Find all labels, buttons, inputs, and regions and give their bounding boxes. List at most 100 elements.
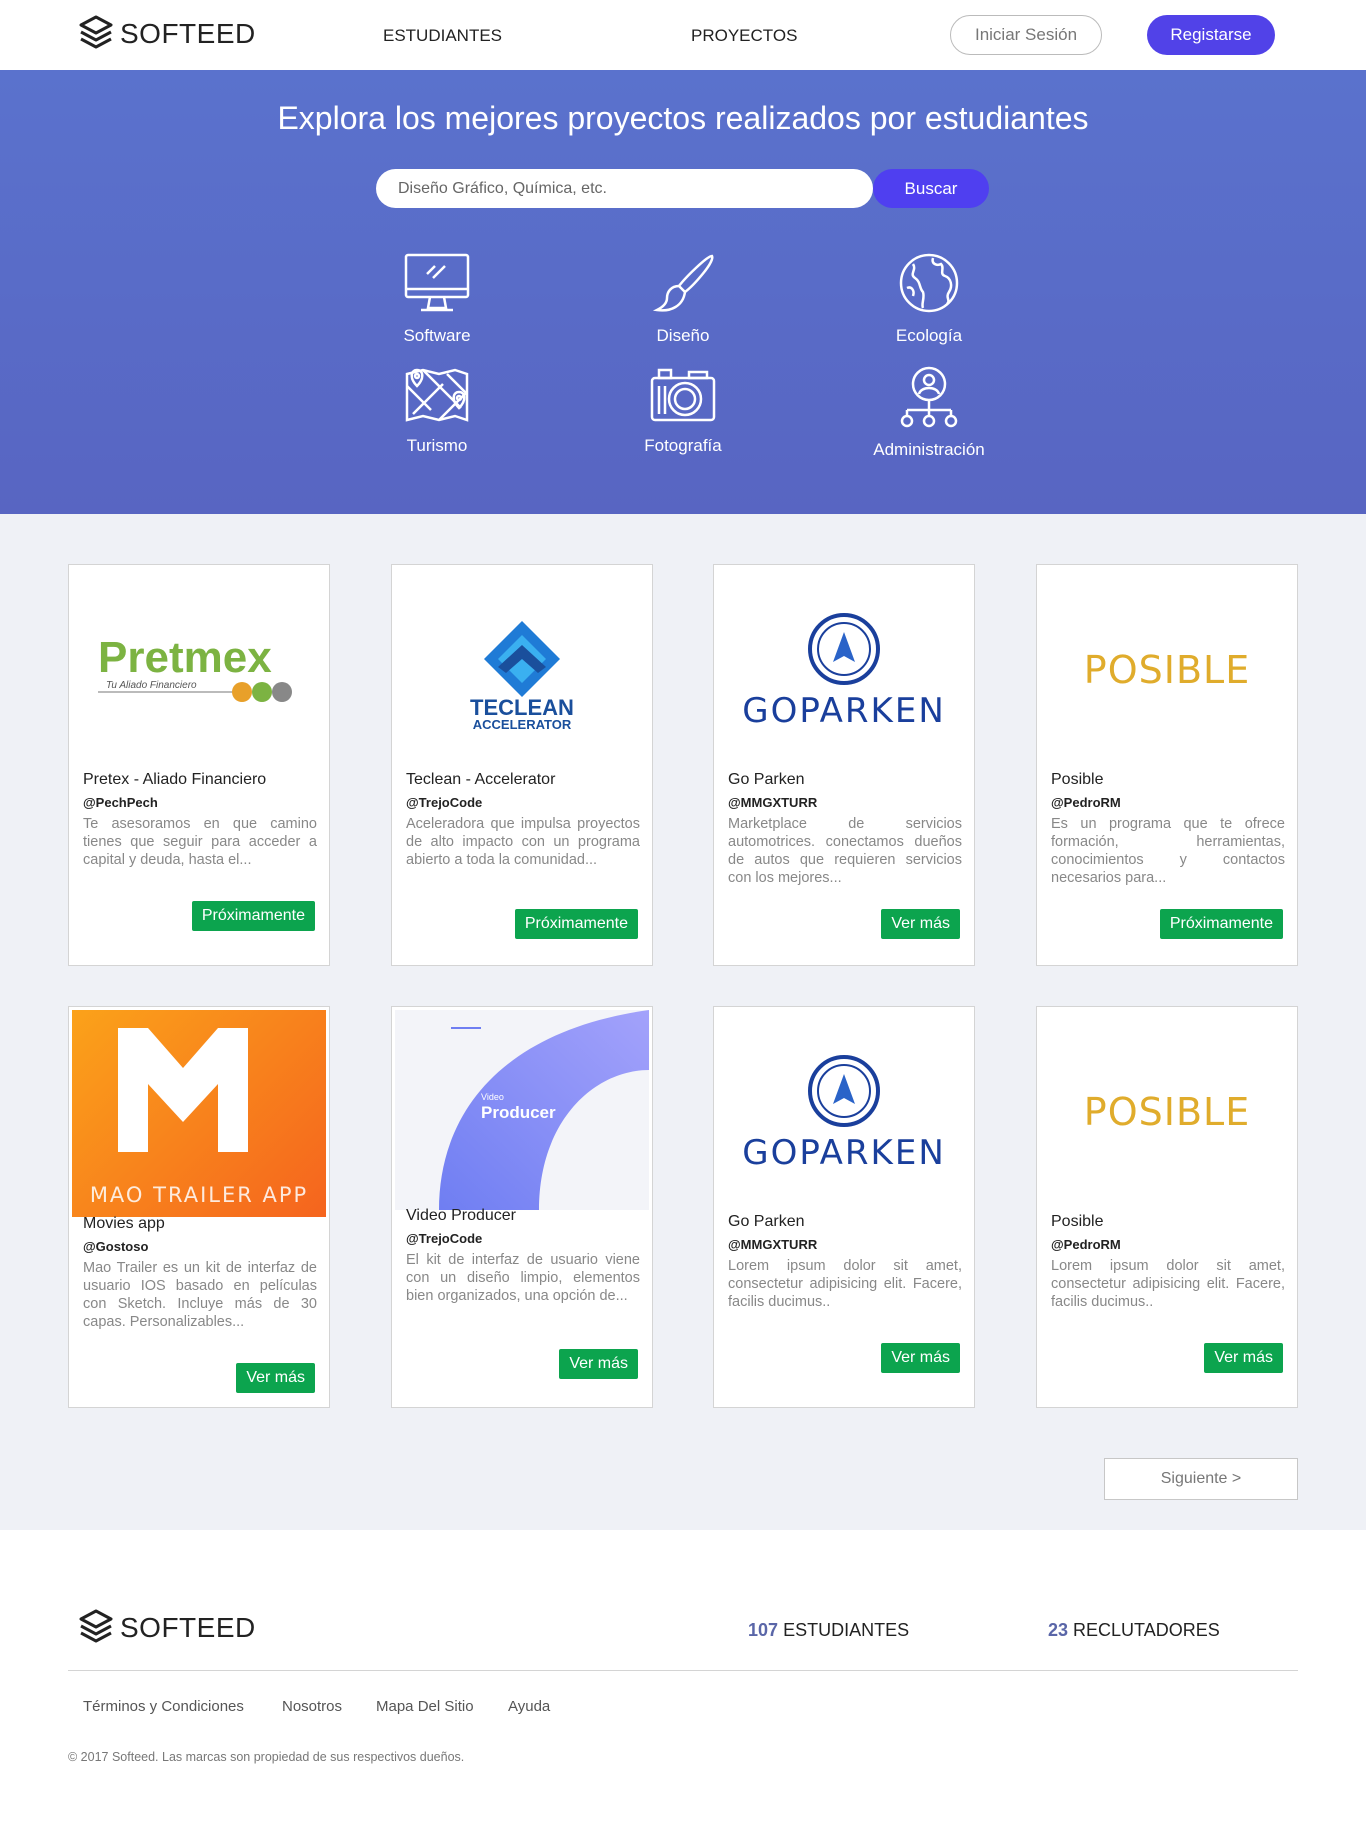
project-title: Pretex - Aliado Financiero bbox=[83, 771, 267, 788]
nav-estudiantes[interactable]: ESTUDIANTES bbox=[383, 26, 502, 46]
students-count: 107 bbox=[748, 1620, 779, 1640]
hero-title: Explora los mejores proyectos realizados… bbox=[277, 100, 1089, 136]
recruiters-label: RECLUTADORES bbox=[1073, 1620, 1220, 1640]
project-title: Go Parken bbox=[728, 771, 805, 788]
header-logo[interactable]: SOFTEED bbox=[78, 14, 256, 54]
project-title: Teclean - Accelerator bbox=[406, 771, 556, 788]
copyright: © 2017 Softeed. Las marcas son propiedad… bbox=[68, 1750, 465, 1764]
login-button[interactable]: Iniciar Sesión bbox=[950, 15, 1102, 55]
project-title: Posible bbox=[1051, 1213, 1104, 1230]
project-description: Es un programa que te ofrece formación, … bbox=[1051, 816, 1285, 886]
project-user[interactable]: @TrejoCode bbox=[406, 795, 482, 810]
project-logo-goparken: GOPARKEN bbox=[717, 568, 971, 773]
category-label: Administración bbox=[873, 440, 985, 459]
students-label: ESTUDIANTES bbox=[783, 1620, 910, 1640]
project-description: Lorem ipsum dolor sit amet, consectetur … bbox=[728, 1258, 962, 1310]
project-description: Te asesoramos en que camino tienes que s… bbox=[83, 816, 317, 868]
project-logo-goparken: GOPARKEN bbox=[717, 1010, 971, 1215]
project-user[interactable]: @PechPech bbox=[83, 795, 158, 810]
category-software[interactable]: Software bbox=[337, 252, 537, 346]
logo-text: SOFTEED bbox=[120, 18, 256, 49]
footer-divider bbox=[68, 1670, 1298, 1671]
project-title: Movies app bbox=[83, 1215, 165, 1232]
category-ecologia[interactable]: Ecología bbox=[829, 252, 1029, 346]
project-card[interactable]: POSIBLE Posible @PedroRM Lorem ipsum dol… bbox=[1036, 1006, 1298, 1408]
project-card[interactable]: POSIBLE Posible @PedroRM Es un programa … bbox=[1036, 564, 1298, 966]
project-action-button[interactable]: Ver más bbox=[559, 1349, 638, 1379]
pretmex-tagline: Tu Aliado Financiero bbox=[106, 680, 197, 691]
recruiters-count: 23 bbox=[1048, 1620, 1069, 1640]
footer-link-ayuda[interactable]: Ayuda bbox=[508, 1698, 550, 1715]
students-stat: 107 ESTUDIANTES bbox=[748, 1620, 909, 1641]
org-chart-icon bbox=[900, 366, 958, 428]
recruiters-stat: 23 RECLUTADORES bbox=[1048, 1620, 1220, 1641]
pretmex-wordmark: Pretmex bbox=[98, 633, 272, 682]
posible-wordmark: POSIBLE bbox=[1084, 648, 1250, 692]
teclean-tagline: ACCELERATOR bbox=[473, 717, 572, 731]
project-logo-posible: POSIBLE bbox=[1040, 568, 1294, 773]
project-logo-pretmex: Pretmex Tu Aliado Financiero bbox=[72, 568, 326, 773]
footer-logo[interactable]: SOFTEED bbox=[78, 1608, 256, 1648]
project-description: Mao Trailer es un kit de interfaz de usu… bbox=[83, 1260, 317, 1330]
category-label: Turismo bbox=[406, 436, 468, 455]
category-label: Fotografía bbox=[644, 436, 722, 455]
project-description: Aceleradora que impulsa proyectos de alt… bbox=[406, 816, 640, 868]
project-title: Video Producer bbox=[406, 1207, 516, 1224]
logo-text: SOFTEED bbox=[120, 1612, 256, 1643]
project-card[interactable]: TECLEAN ACCELERATOR Teclean - Accelerato… bbox=[391, 564, 653, 966]
stack-logo-icon bbox=[79, 1609, 113, 1643]
footer-link-mapa[interactable]: Mapa Del Sitio bbox=[376, 1698, 474, 1715]
category-diseno[interactable]: Diseño bbox=[583, 252, 783, 346]
search-button[interactable]: Buscar bbox=[873, 169, 989, 208]
project-card[interactable]: GOPARKEN Go Parken @MMGXTURR Marketplace… bbox=[713, 564, 975, 966]
register-button[interactable]: Registarse bbox=[1147, 15, 1275, 55]
project-card[interactable]: Video Producer Video Producer @TrejoCode… bbox=[391, 1006, 653, 1408]
next-page-button[interactable]: Siguiente > bbox=[1104, 1458, 1298, 1500]
map-icon bbox=[405, 368, 469, 422]
hero-section: Explora los mejores proyectos realizados… bbox=[0, 70, 1366, 514]
video-producer-tagline: Video bbox=[481, 1092, 504, 1102]
project-action-button[interactable]: Ver más bbox=[236, 1363, 315, 1393]
category-label: Diseño bbox=[656, 326, 710, 345]
project-card[interactable]: Pretmex Tu Aliado Financiero Pretex - Al… bbox=[68, 564, 330, 966]
category-administracion[interactable]: Administración bbox=[829, 366, 1029, 460]
project-action-button[interactable]: Próximamente bbox=[514, 909, 638, 939]
project-user[interactable]: @TrejoCode bbox=[406, 1231, 482, 1246]
project-card[interactable]: MAO TRAILER APP Movies app @Gostoso Mao … bbox=[68, 1006, 330, 1408]
category-turismo[interactable]: Turismo bbox=[337, 366, 537, 456]
video-producer-wordmark: Producer bbox=[481, 1103, 556, 1122]
project-user[interactable]: @MMGXTURR bbox=[728, 795, 817, 810]
project-action-button[interactable]: Ver más bbox=[881, 1343, 960, 1373]
project-card[interactable]: GOPARKEN Go Parken @MMGXTURR Lorem ipsum… bbox=[713, 1006, 975, 1408]
project-title: Posible bbox=[1051, 771, 1104, 788]
footer-link-nosotros[interactable]: Nosotros bbox=[282, 1698, 342, 1715]
globe-icon bbox=[899, 253, 959, 313]
project-description: Lorem ipsum dolor sit amet, consectetur … bbox=[1051, 1258, 1285, 1310]
project-action-button[interactable]: Ver más bbox=[881, 909, 960, 939]
project-user[interactable]: @PedroRM bbox=[1051, 1237, 1121, 1252]
nav-proyectos[interactable]: PROYECTOS bbox=[691, 26, 797, 46]
brush-icon bbox=[652, 254, 714, 312]
project-action-button[interactable]: Próximamente bbox=[191, 901, 315, 931]
project-description: El kit de interfaz de usuario viene con … bbox=[406, 1252, 640, 1304]
site-footer: SOFTEED 107 ESTUDIANTES 23 RECLUTADORES … bbox=[0, 1530, 1366, 1831]
site-header: SOFTEED ESTUDIANTES PROYECTOS Iniciar Se… bbox=[0, 0, 1366, 70]
project-user[interactable]: @PedroRM bbox=[1051, 795, 1121, 810]
project-action-button[interactable]: Ver más bbox=[1204, 1343, 1283, 1373]
project-image-mao: MAO TRAILER APP bbox=[72, 1010, 326, 1217]
camera-icon bbox=[650, 368, 716, 422]
category-fotografia[interactable]: Fotografía bbox=[583, 366, 783, 456]
project-title: Go Parken bbox=[728, 1213, 805, 1230]
project-user[interactable]: @MMGXTURR bbox=[728, 1237, 817, 1252]
monitor-icon bbox=[404, 253, 470, 312]
category-label: Software bbox=[403, 326, 471, 345]
category-label: Ecología bbox=[895, 326, 963, 345]
search-input[interactable] bbox=[376, 169, 873, 208]
project-user[interactable]: @Gostoso bbox=[83, 1239, 148, 1254]
goparken-wordmark: GOPARKEN bbox=[742, 691, 946, 731]
project-action-button[interactable]: Próximamente bbox=[1159, 909, 1283, 939]
project-logo-posible: POSIBLE bbox=[1040, 1010, 1294, 1215]
mao-wordmark: MAO TRAILER APP bbox=[90, 1183, 308, 1207]
projects-section: Pretmex Tu Aliado Financiero Pretex - Al… bbox=[0, 514, 1366, 1530]
footer-link-terminos[interactable]: Términos y Condiciones bbox=[83, 1698, 244, 1715]
